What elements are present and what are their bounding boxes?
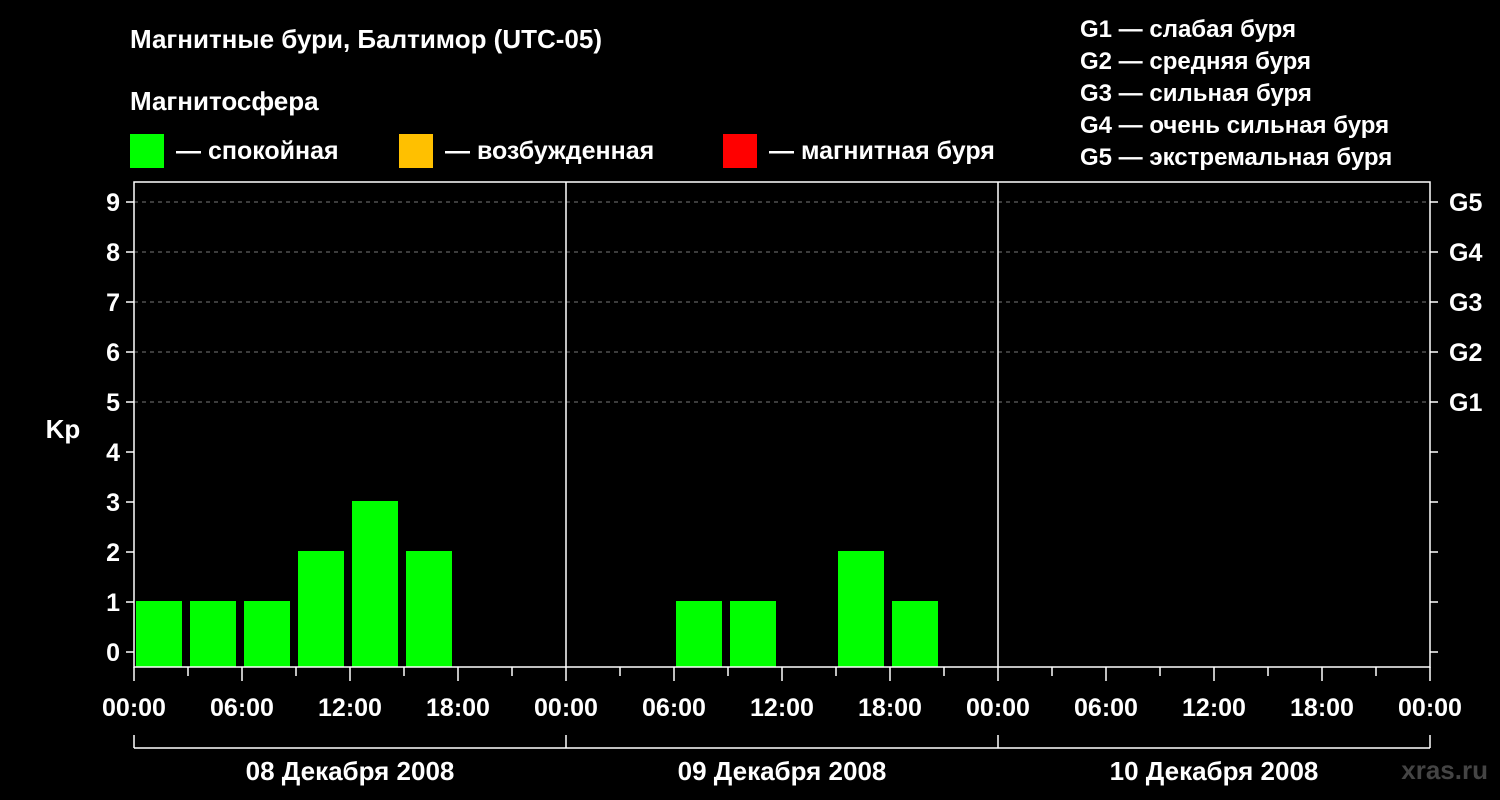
bar xyxy=(730,601,776,667)
y-tick-label: 5 xyxy=(106,389,120,417)
x-tick-label: 18:00 xyxy=(1290,694,1354,722)
y-tick-label: 7 xyxy=(106,289,120,317)
x-tick-label: 00:00 xyxy=(534,694,598,722)
bar xyxy=(136,601,182,667)
x-tick-label: 18:00 xyxy=(426,694,490,722)
day-label: 09 Декабря 2008 xyxy=(678,756,887,786)
bar xyxy=(838,551,884,667)
day-label: 10 Декабря 2008 xyxy=(1110,756,1319,786)
y-tick-label: 4 xyxy=(106,439,120,467)
x-tick-label: 06:00 xyxy=(642,694,706,722)
bar xyxy=(298,551,344,667)
y-tick-label: 6 xyxy=(106,339,120,367)
storm-tick-label: G5 xyxy=(1449,189,1482,217)
y-tick-label: 2 xyxy=(106,539,120,567)
x-tick-label: 18:00 xyxy=(858,694,922,722)
x-tick-label: 00:00 xyxy=(1398,694,1462,722)
bar xyxy=(190,601,236,667)
y-tick-label: 9 xyxy=(106,189,120,217)
day-label: 08 Декабря 2008 xyxy=(246,756,455,786)
y-tick-label: 1 xyxy=(106,589,120,617)
x-tick-label: 12:00 xyxy=(750,694,814,722)
y-tick-label: 8 xyxy=(106,239,120,267)
x-tick-label: 00:00 xyxy=(102,694,166,722)
storm-tick-label: G1 xyxy=(1449,389,1482,417)
y-tick-label: 0 xyxy=(106,639,120,667)
x-tick-label: 12:00 xyxy=(1182,694,1246,722)
x-tick-label: 12:00 xyxy=(318,694,382,722)
x-tick-label: 06:00 xyxy=(210,694,274,722)
storm-tick-label: G3 xyxy=(1449,289,1482,317)
bar xyxy=(406,551,452,667)
bar xyxy=(244,601,290,667)
kp-chart: 0 1 2 3 4 5 6 7 8 9 G1 G2 G3 G4 G5 Kp 00:00 06:00 12:00 18:… xyxy=(46,181,1482,786)
x-tick-label: 06:00 xyxy=(1074,694,1138,722)
storm-tick-label: G4 xyxy=(1449,239,1482,267)
storm-tick-label: G2 xyxy=(1449,339,1482,367)
bar xyxy=(892,601,938,667)
watermark: xras.ru xyxy=(1401,755,1488,785)
y-tick-label: 3 xyxy=(106,489,120,517)
bar xyxy=(352,501,398,667)
bar xyxy=(676,601,722,667)
y-axis-label: Kp xyxy=(46,414,81,444)
x-tick-label: 00:00 xyxy=(966,694,1030,722)
